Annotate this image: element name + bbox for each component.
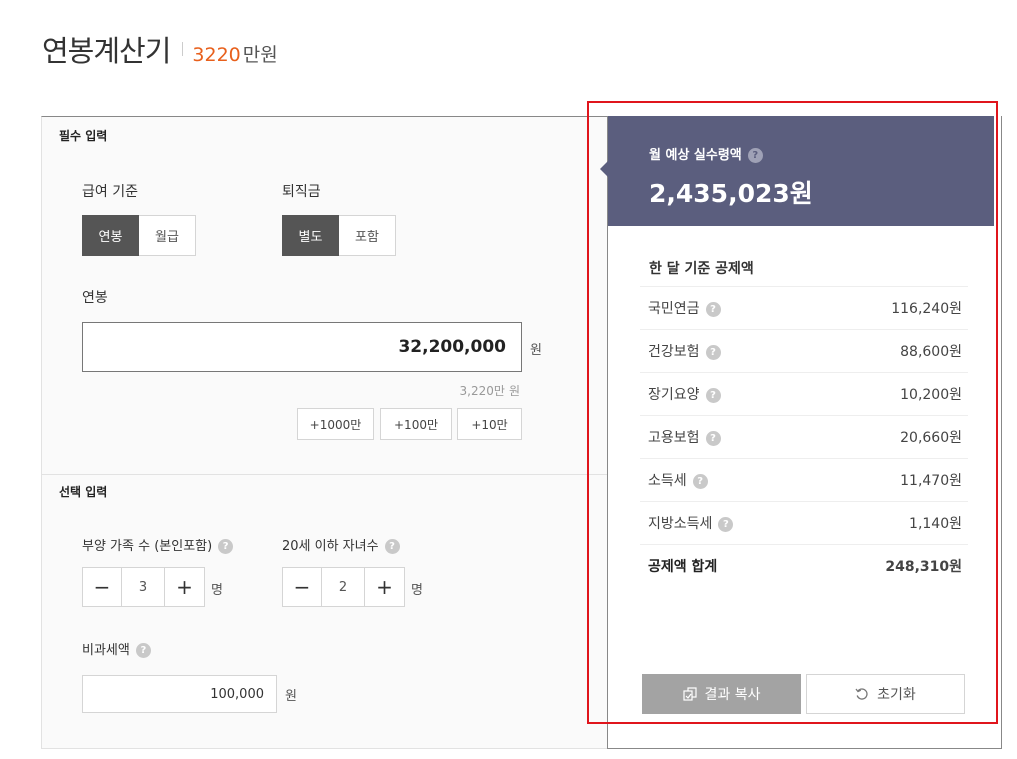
deduction-value: 11,470원 <box>900 473 962 489</box>
required-section-title: 필수 입력 <box>59 129 108 143</box>
deduction-list: 국민연금? 116,240원 건강보험? 88,600원 장기요양? 10,20… <box>640 286 968 587</box>
nontax-help-icon[interactable]: ? <box>135 643 151 658</box>
reset-button[interactable]: 초기화 <box>806 674 965 714</box>
deduction-name: 국민연금 <box>648 301 700 317</box>
result-pointer <box>600 161 608 177</box>
dependents-label-text: 부양 가족 수 (본인포함) <box>82 539 213 554</box>
nontax-unit: 원 <box>285 689 297 704</box>
severance-option-separate[interactable]: 별도 <box>282 215 339 256</box>
dependents-minus-button[interactable]: − <box>82 567 122 607</box>
dependents-stepper: − 3 + <box>82 567 205 607</box>
deduction-value: 10,200원 <box>900 387 962 403</box>
dependents-label: 부양 가족 수 (본인포함)? <box>82 535 234 554</box>
title-divider <box>182 42 184 56</box>
page-title: 연봉계산기 <box>42 34 171 68</box>
deduction-row-total: 공제액 합계 248,310원 <box>640 544 968 587</box>
dependents-plus-button[interactable]: + <box>165 567 205 607</box>
deduction-title: 한 달 기준 공제액 <box>649 261 754 277</box>
children-help-icon[interactable]: ? <box>384 539 400 554</box>
net-pay-help-icon[interactable]: ? <box>747 148 763 163</box>
nontax-label-text: 비과세액 <box>82 643 130 658</box>
severance-label: 퇴직금 <box>282 184 321 200</box>
header-amount: 3220 <box>192 44 241 66</box>
copy-result-button[interactable]: 결과 복사 <box>642 674 801 714</box>
deduction-total-name: 공제액 합계 <box>648 559 718 575</box>
health-help-icon[interactable]: ? <box>705 344 721 360</box>
salary-hint-value: 3,220만 <box>459 384 505 398</box>
deduction-value: 116,240원 <box>891 301 962 317</box>
salary-input[interactable]: 32,200,000 <box>82 322 522 372</box>
deduction-value: 20,660원 <box>900 430 962 446</box>
add-1m-button[interactable]: +100만 <box>380 408 452 440</box>
deduction-name: 고용보험 <box>648 430 700 446</box>
deduction-row-health: 건강보험? 88,600원 <box>640 329 968 372</box>
pay-basis-option-monthly[interactable]: 월급 <box>139 215 196 256</box>
children-value[interactable]: 2 <box>322 567 365 607</box>
salary-hint: 3,220만 원 <box>460 382 520 399</box>
add-100k-button[interactable]: +10만 <box>457 408 522 440</box>
pay-basis-option-annual[interactable]: 연봉 <box>82 215 139 256</box>
children-label-text: 20세 이하 자녀수 <box>282 539 379 554</box>
deduction-row-employment: 고용보험? 20,660원 <box>640 415 968 458</box>
deduction-value: 88,600원 <box>900 344 962 360</box>
children-minus-button[interactable]: − <box>282 567 322 607</box>
children-stepper: − 2 + <box>282 567 405 607</box>
deduction-row-local-tax: 지방소득세? 1,140원 <box>640 501 968 544</box>
reset-icon <box>855 688 868 700</box>
pension-help-icon[interactable]: ? <box>705 301 721 317</box>
nontax-input[interactable]: 100,000 <box>82 675 277 713</box>
local-tax-help-icon[interactable]: ? <box>718 516 734 532</box>
deduction-row-income-tax: 소득세? 11,470원 <box>640 458 968 501</box>
pay-basis-label: 급여 기준 <box>82 184 138 200</box>
input-panel: 필수 입력 급여 기준 연봉 월급 퇴직금 별도 포함 연봉 32,200,00… <box>41 116 608 749</box>
section-divider <box>42 474 607 475</box>
pay-basis-toggle: 연봉 월급 <box>82 215 196 256</box>
longterm-care-help-icon[interactable]: ? <box>705 387 721 403</box>
header-amount-unit: 만원 <box>242 44 278 66</box>
deduction-row-pension: 국민연금? 116,240원 <box>640 286 968 329</box>
copy-result-label: 결과 복사 <box>704 687 761 703</box>
deduction-total-value: 248,310원 <box>885 559 962 575</box>
children-unit: 명 <box>411 583 423 598</box>
employment-help-icon[interactable]: ? <box>705 430 721 446</box>
optional-section-title: 선택 입력 <box>59 485 108 499</box>
salary-hint-unit: 원 <box>508 384 520 398</box>
salary-unit: 원 <box>530 343 542 358</box>
deduction-name: 장기요양 <box>648 387 700 403</box>
salary-label: 연봉 <box>82 290 108 306</box>
result-panel: 월 예상 실수령액? 2,435,023원 한 달 기준 공제액 국민연금? 1… <box>600 116 1002 749</box>
deduction-row-longterm-care: 장기요양? 10,200원 <box>640 372 968 415</box>
net-pay-value: 2,435,023원 <box>649 179 813 208</box>
deduction-name: 건강보험 <box>648 344 700 360</box>
page-header: 연봉계산기 3220 만원 <box>42 28 278 70</box>
dependents-unit: 명 <box>211 583 223 598</box>
severance-toggle: 별도 포함 <box>282 215 396 256</box>
income-tax-help-icon[interactable]: ? <box>692 473 708 489</box>
children-plus-button[interactable]: + <box>365 567 405 607</box>
net-pay-label: 월 예상 실수령액? <box>649 144 763 163</box>
nontax-label: 비과세액? <box>82 639 151 658</box>
deduction-name: 지방소득세 <box>648 516 713 532</box>
copy-icon <box>682 687 697 701</box>
dependents-help-icon[interactable]: ? <box>218 539 234 554</box>
deduction-value: 1,140원 <box>909 516 962 532</box>
net-pay-label-text: 월 예상 실수령액 <box>649 148 742 163</box>
net-pay-box: 월 예상 실수령액? 2,435,023원 <box>600 116 994 226</box>
reset-label: 초기화 <box>877 687 916 703</box>
severance-option-included[interactable]: 포함 <box>339 215 396 256</box>
dependents-value[interactable]: 3 <box>122 567 165 607</box>
add-10m-button[interactable]: +1000만 <box>297 408 374 440</box>
children-label: 20세 이하 자녀수? <box>282 535 400 554</box>
deduction-name: 소득세 <box>648 473 687 489</box>
